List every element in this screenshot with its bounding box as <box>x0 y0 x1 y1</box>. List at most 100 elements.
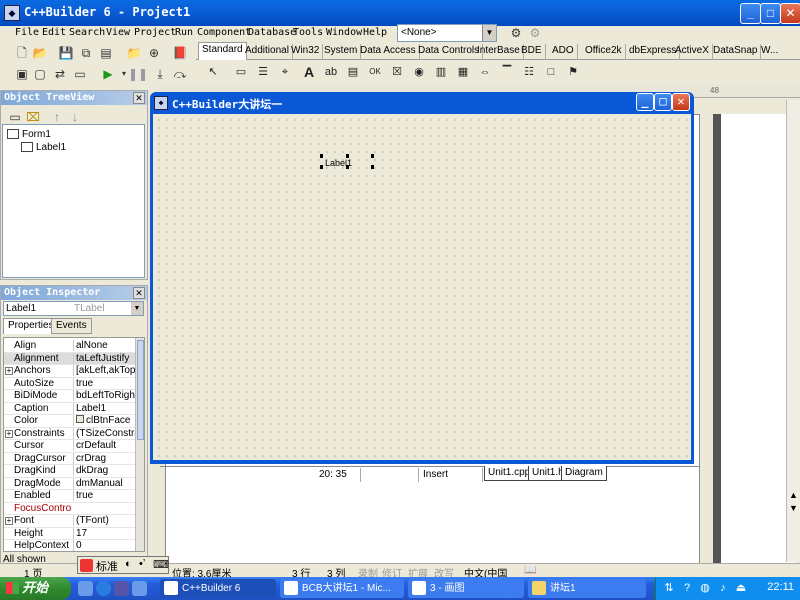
prop-value[interactable]: (TSizeConstrain <box>73 427 136 439</box>
pause-icon[interactable]: ❚❚ <box>128 66 148 82</box>
selection-handle[interactable] <box>371 165 374 169</box>
prop-value[interactable]: 17 <box>73 527 136 539</box>
chevron-down-icon[interactable]: ▼ <box>789 503 798 513</box>
panel-component-icon[interactable]: □ <box>542 63 560 81</box>
frame-icon[interactable]: ▭ <box>232 63 250 81</box>
selection-handle[interactable] <box>320 165 323 169</box>
popup-menu-icon[interactable]: ⌖ <box>276 63 294 81</box>
form-client-area[interactable]: Label1 <box>153 114 691 460</box>
task-folder[interactable]: 讲坛1 <box>528 579 646 598</box>
open-project-icon[interactable]: 📁 <box>126 45 142 61</box>
minimize-button[interactable]: _ <box>740 3 761 24</box>
prop-row[interactable]: AutoSize true <box>4 377 136 390</box>
prop-row[interactable]: Caption Label1 <box>4 402 136 415</box>
delete-item-icon[interactable]: ⌧ <box>25 109 41 125</box>
move-up-icon[interactable]: ↑ <box>49 109 65 125</box>
keyboard-icon[interactable]: ⌨ <box>153 558 169 571</box>
edit-component-icon[interactable]: ab <box>322 63 340 81</box>
prop-row[interactable]: Color clBtnFace <box>4 415 136 428</box>
form-close-button[interactable]: ✕ <box>672 93 690 111</box>
menu-database[interactable]: Database <box>248 27 296 38</box>
prop-row[interactable]: Height 17 <box>4 527 136 540</box>
prop-value[interactable]: dkDrag <box>73 465 136 476</box>
prop-value[interactable]: crDefault <box>73 440 136 451</box>
save-all-icon[interactable]: ⧉ <box>78 45 94 61</box>
network-icon[interactable]: ⇅ <box>662 581 676 595</box>
prop-row[interactable]: Cursor crDefault <box>4 440 136 453</box>
close-icon[interactable]: ✕ <box>133 92 145 104</box>
prop-row[interactable]: Enabled true <box>4 490 136 503</box>
menu-view[interactable]: View <box>106 27 130 38</box>
prop-value[interactable]: Label1 <box>73 402 136 414</box>
tab-datasnap[interactable]: DataSnap <box>710 44 762 60</box>
task-word[interactable]: BCB大讲坛1 - Mic... <box>280 579 404 598</box>
object-selector-combo[interactable]: Label1 TLabel ▼ <box>3 301 144 316</box>
prop-row[interactable]: + Font (TFont) <box>4 515 136 528</box>
menu-file[interactable]: File <box>15 27 39 38</box>
prop-value[interactable]: true <box>73 377 136 389</box>
ime-icon[interactable] <box>80 559 93 572</box>
build-config-combo[interactable]: <None> ▼ <box>397 24 497 42</box>
inspector-scrollbar[interactable] <box>135 338 144 551</box>
view-form-icon[interactable]: ▢ <box>32 66 48 82</box>
prop-row[interactable]: +Constraints (TSizeConstrain <box>4 427 136 440</box>
tree-item-form1[interactable]: Form1 <box>7 129 51 140</box>
prop-row[interactable]: HelpContext 0 <box>4 540 136 551</box>
safe-remove-icon[interactable]: ⏏ <box>734 581 748 595</box>
tab-win32[interactable]: Win32 <box>288 44 324 60</box>
tab-diagram[interactable]: Diagram <box>561 466 607 481</box>
tab-ado[interactable]: ADO <box>549 44 578 60</box>
prop-row[interactable]: DragMode dmManual <box>4 477 136 490</box>
memo-icon[interactable]: ▤ <box>344 63 362 81</box>
menu-component[interactable]: Component <box>197 27 251 38</box>
view-unit-icon[interactable]: ▣ <box>14 66 30 82</box>
half-width-icon[interactable]: ◐ <box>125 558 132 570</box>
selection-handle[interactable] <box>371 154 374 158</box>
scroll-thumb[interactable] <box>137 340 144 440</box>
tab-more[interactable]: W... <box>758 44 781 60</box>
chevron-down-icon[interactable]: ▼ <box>482 25 496 41</box>
volume-icon[interactable]: ♪ <box>716 581 730 595</box>
expand-icon[interactable]: + <box>5 517 13 525</box>
save-icon[interactable]: 💾 <box>58 45 74 61</box>
groupbox-icon[interactable]: ▔ <box>498 63 516 81</box>
menu-window[interactable]: Window <box>326 27 362 38</box>
new-item-icon[interactable]: ▭ <box>7 109 23 125</box>
tab-data-controls[interactable]: Data Controls <box>415 44 484 60</box>
prop-value[interactable]: (TFont) <box>73 515 136 526</box>
help-book-icon[interactable]: 📕 <box>172 45 188 61</box>
radio-button-icon[interactable]: ◉ <box>410 63 428 81</box>
close-button[interactable]: ✕ <box>780 3 800 24</box>
quicklaunch-icon[interactable] <box>132 581 147 596</box>
tab-bde[interactable]: BDE <box>518 44 546 60</box>
menu-help[interactable]: Help <box>363 27 387 38</box>
task-cppbuilder[interactable]: C++Builder 6 <box>160 579 276 598</box>
tab-data-access[interactable]: Data Access <box>357 44 420 60</box>
label1-component[interactable]: Label1 <box>325 158 352 168</box>
vertical-scrollbar[interactable]: ▲ ▼ <box>786 100 800 562</box>
checkbox-icon[interactable]: ☒ <box>388 63 406 81</box>
prop-value[interactable]: bdLeftToRight <box>73 390 136 401</box>
close-file-icon[interactable]: ▤ <box>98 45 114 61</box>
prop-value[interactable]: [akLeft,akTop] <box>73 365 136 376</box>
ime-mode-label[interactable]: 标准 <box>96 558 118 574</box>
expand-icon[interactable]: + <box>5 367 13 375</box>
prop-row[interactable]: Alignment taLeftJustify <box>4 352 136 365</box>
form-minimize-button[interactable]: _ <box>636 93 654 111</box>
prop-row[interactable]: BiDiMode bdLeftToRight <box>4 390 136 403</box>
form-maximize-button[interactable]: □ <box>654 93 672 111</box>
run-icon[interactable]: ▶ <box>100 66 116 82</box>
punctuation-icon[interactable]: •ʼ <box>139 558 145 570</box>
pointer-icon[interactable]: ↖ <box>204 63 222 81</box>
prop-value[interactable]: true <box>73 490 136 501</box>
scrollbar-icon[interactable]: ⇔ <box>476 63 494 81</box>
main-menu-icon[interactable]: ☰ <box>254 63 272 81</box>
prop-row[interactable]: + Anchors [akLeft,akTop] <box>4 365 136 378</box>
run-config-icon[interactable]: ⚙ <box>508 25 524 41</box>
menu-run[interactable]: Run <box>175 27 193 38</box>
new-form-icon[interactable]: ▭ <box>72 66 88 82</box>
tab-office2k[interactable]: Office2k <box>582 44 626 60</box>
tab-events[interactable]: Events <box>51 318 92 334</box>
chevron-down-icon[interactable]: ▼ <box>131 302 143 315</box>
prop-value[interactable]: taLeftJustify <box>73 352 136 364</box>
